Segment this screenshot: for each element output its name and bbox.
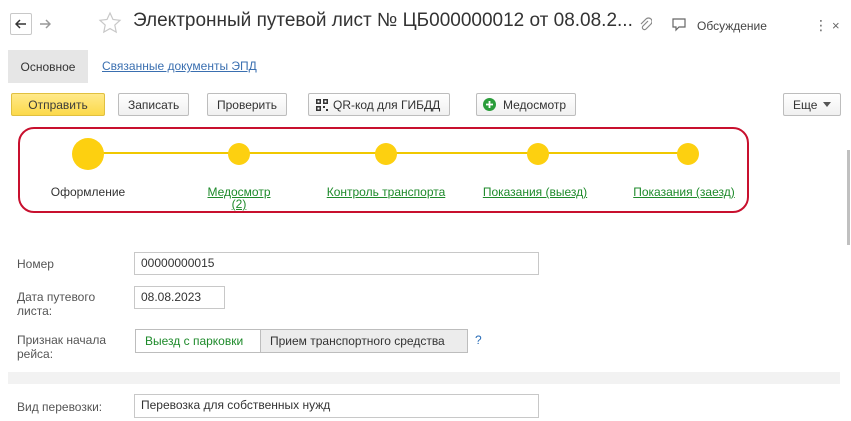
number-label: Номер (17, 257, 54, 271)
more-label: Еще (793, 97, 818, 112)
qr-code-button[interactable]: QR-код для ГИБДД (308, 93, 451, 116)
stage-marker-arrival-readings[interactable] (677, 143, 699, 165)
tab-main[interactable]: Основное (8, 50, 88, 83)
medical-exam-button[interactable]: Медосмотр (476, 93, 577, 116)
section-divider (8, 372, 840, 384)
trip-start-option-parking[interactable]: Выезд с парковки (135, 329, 261, 353)
link-button[interactable] (638, 16, 653, 35)
number-field[interactable]: 00000000015 (134, 252, 539, 275)
qr-code-label: QR-код для ГИБДД (333, 97, 441, 112)
stage-label-registration: Оформление (50, 185, 126, 199)
arrow-right-icon (40, 19, 51, 29)
vertical-scrollbar[interactable] (847, 150, 850, 245)
discussion-label[interactable]: Обсуждение (697, 19, 767, 33)
qr-code-icon (316, 98, 328, 111)
process-stages-panel (18, 127, 749, 213)
tab-bar: Основное Связанные документы ЭПД (0, 50, 851, 83)
transport-type-field[interactable]: Перевозка для собственных нужд (134, 394, 539, 418)
favorite-star-button[interactable] (98, 11, 122, 38)
stage-medical-count[interactable]: (2) (199, 198, 279, 210)
stage-link-transport-control[interactable]: Контроль транспорта (322, 185, 450, 199)
date-label-line2: листа: (17, 304, 53, 318)
date-label-line1: Дата путевого (17, 290, 96, 304)
discussion-button[interactable] (671, 17, 687, 35)
more-button[interactable]: Еще (783, 93, 842, 116)
transport-type-label: Вид перевозки: (17, 400, 103, 414)
paperclip-icon (640, 17, 653, 31)
help-icon[interactable]: ? (475, 333, 482, 347)
forward-button[interactable] (34, 13, 56, 35)
close-icon[interactable]: × (832, 18, 840, 33)
trip-start-option-vehicle-acceptance[interactable]: Прием транспортного средства (260, 329, 468, 353)
send-button[interactable]: Отправить (11, 93, 105, 116)
medical-exam-label: Медосмотр (503, 97, 567, 112)
star-icon (98, 11, 122, 34)
stage-link-arrival-readings[interactable]: Показания (заезд) (626, 185, 742, 199)
more-vert-icon[interactable]: ⋮ (814, 17, 828, 34)
plus-circle-icon (483, 98, 496, 111)
back-button[interactable] (10, 13, 32, 35)
arrow-left-icon (15, 19, 26, 29)
stage-marker-transport-control[interactable] (375, 143, 397, 165)
check-button[interactable]: Проверить (207, 93, 288, 116)
stage-link-departure-readings[interactable]: Показания (выезд) (478, 185, 592, 199)
stage-marker-departure-readings[interactable] (527, 143, 549, 165)
chat-bubble-icon (672, 18, 686, 32)
tab-related-documents[interactable]: Связанные документы ЭПД (102, 59, 257, 73)
chevron-down-icon (823, 102, 832, 107)
save-button[interactable]: Записать (118, 93, 190, 116)
page-title: Электронный путевой лист № ЦБ000000012 о… (133, 10, 633, 31)
stage-marker-medical[interactable] (228, 143, 250, 165)
trip-start-label-line1: Признак начала (17, 333, 107, 347)
trip-start-label-line2: рейса: (17, 347, 54, 361)
date-field[interactable]: 08.08.2023 (134, 286, 225, 309)
stage-current-marker (72, 138, 104, 170)
